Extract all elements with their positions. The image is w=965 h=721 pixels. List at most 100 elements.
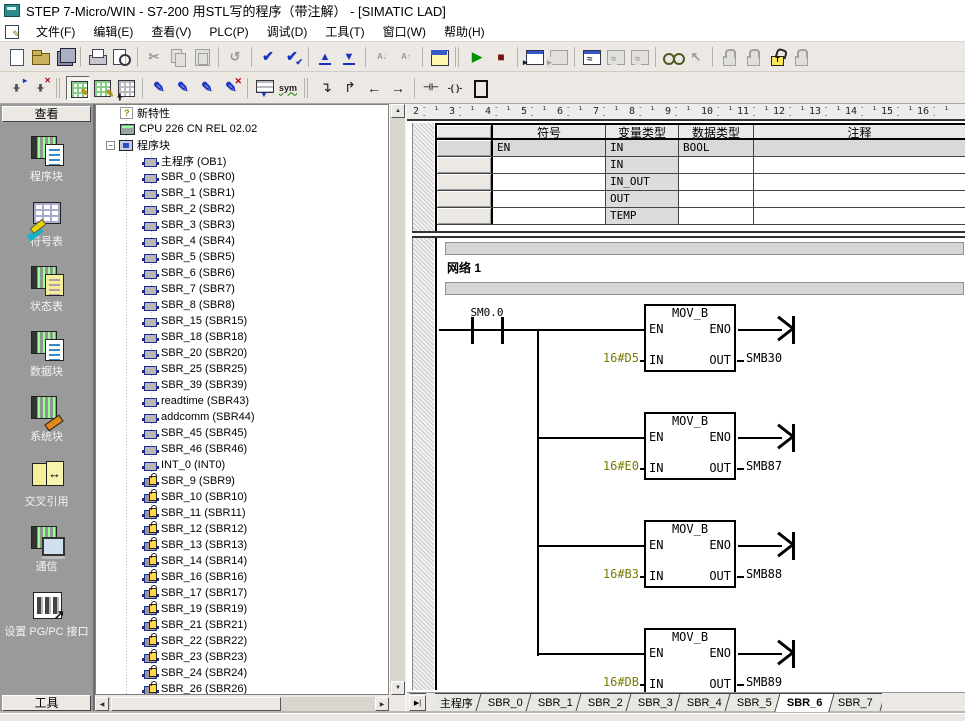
symbol-cell[interactable] (493, 157, 606, 173)
cut-button[interactable]: ✂ (142, 45, 166, 69)
row-header-cell[interactable] (437, 174, 493, 190)
var-type-cell[interactable]: TEMP (606, 208, 679, 224)
tree-item[interactable]: SBR_21 (SBR21) (96, 617, 388, 633)
tree-horizontal-scrollbar[interactable]: ◀ ▶ (95, 697, 389, 711)
sidebar-item-symbol-table[interactable]: 符号表 (0, 201, 93, 249)
tree-item[interactable]: SBR_46 (SBR46) (96, 441, 388, 457)
undo-button[interactable]: ↺ (223, 45, 247, 69)
sidebar-item-status-chart[interactable]: 状态表 (0, 266, 93, 314)
stl-editor-button[interactable] (90, 76, 114, 100)
tree-item[interactable]: SBR_24 (SBR24) (96, 665, 388, 681)
out-operand-value[interactable]: SMB87 (746, 459, 782, 473)
data-type-cell[interactable]: BOOL (679, 140, 754, 156)
mov-b-instruction-box[interactable]: MOV_B EN ENO IN OUT (644, 304, 736, 372)
tree-item[interactable]: SBR_23 (SBR23) (96, 649, 388, 665)
open-file-button[interactable] (28, 45, 52, 69)
row-header-cell[interactable] (437, 191, 493, 207)
tree-item[interactable]: SBR_20 (SBR20) (96, 345, 388, 361)
bookmark-clear-button[interactable]: -||- (28, 76, 52, 100)
insert-up-button[interactable]: ✎ (147, 76, 171, 100)
symbol-cell[interactable] (493, 191, 606, 207)
mov-b-instruction-box[interactable]: MOV_B EN ENO IN OUT (644, 412, 736, 480)
sidebar-item-system-block[interactable]: 系统块 (0, 396, 93, 444)
tree-item[interactable]: 主程序 (OB1) (96, 153, 388, 169)
trend-view-button[interactable] (627, 45, 651, 69)
compile-button[interactable]: ✔ (256, 45, 280, 69)
bookmark-next-button[interactable]: -||- (4, 76, 28, 100)
line-right-button[interactable]: → (386, 76, 410, 100)
comment-cell[interactable] (754, 208, 965, 224)
in-operand-value[interactable]: 16#E0 (575, 459, 639, 473)
symbol-cell[interactable] (493, 174, 606, 190)
tree-item[interactable]: SBR_39 (SBR39) (96, 377, 388, 393)
row-header-cell[interactable] (437, 157, 493, 173)
mov-b-instruction-box[interactable]: MOV_B EN ENO IN OUT (644, 520, 736, 588)
var-type-cell[interactable]: OUT (606, 191, 679, 207)
tree-item[interactable]: SBR_17 (SBR17) (96, 585, 388, 601)
tree-item[interactable]: SBR_14 (SBR14) (96, 553, 388, 569)
tree-item[interactable]: − 程序块 (96, 137, 388, 153)
comment-cell[interactable] (754, 157, 965, 173)
comment-cell[interactable] (754, 140, 965, 156)
sidebar-item-program-block[interactable]: 程序块 (0, 136, 93, 184)
sort-ascending-button[interactable]: A↓ (370, 45, 394, 69)
print-preview-button[interactable] (109, 45, 133, 69)
tree-item[interactable]: SBR_18 (SBR18) (96, 329, 388, 345)
tree-item[interactable]: SBR_8 (SBR8) (96, 297, 388, 313)
menu-item-plc[interactable]: PLC(P) (200, 23, 257, 41)
tree-item[interactable]: SBR_5 (SBR5) (96, 249, 388, 265)
in-operand-value[interactable]: 16#B3 (575, 567, 639, 581)
unlock-t-button[interactable] (765, 45, 789, 69)
out-operand-value[interactable]: SMB30 (746, 351, 782, 365)
scroll-right-icon[interactable]: ▶ (375, 697, 389, 711)
insert-down-button[interactable]: ✎ (171, 76, 195, 100)
tree-item[interactable]: SBR_12 (SBR12) (96, 521, 388, 537)
document-icon[interactable] (5, 25, 19, 39)
data-type-cell[interactable] (679, 191, 754, 207)
compile-all-button[interactable]: ✔ (280, 45, 304, 69)
menu-item-view[interactable]: 查看(V) (142, 23, 200, 41)
new-file-button[interactable] (4, 45, 28, 69)
print-button[interactable] (85, 45, 109, 69)
ladder-editor-button[interactable] (66, 76, 90, 100)
tree-item[interactable]: readtime (SBR43) (96, 393, 388, 409)
tree-item[interactable]: SBR_19 (SBR19) (96, 601, 388, 617)
tree-item[interactable]: SBR_2 (SBR2) (96, 201, 388, 217)
menu-item-help[interactable]: 帮助(H) (435, 23, 494, 41)
comment-cell[interactable] (754, 191, 965, 207)
upload-button[interactable]: ▲ (313, 45, 337, 69)
sidebar-item-data-block[interactable]: 数据块 (0, 331, 93, 379)
data-type-cell[interactable] (679, 157, 754, 173)
menu-item-edit[interactable]: 编辑(E) (84, 23, 142, 41)
grid-view-button[interactable] (114, 76, 138, 100)
line-left-button[interactable]: ← (362, 76, 386, 100)
tree-item[interactable]: SBR_9 (SBR9) (96, 473, 388, 489)
tree-vertical-scrollbar[interactable]: ▲ ▼ (389, 104, 405, 695)
tree-item[interactable]: SBR_45 (SBR45) (96, 425, 388, 441)
out-operand-value[interactable]: SMB89 (746, 675, 782, 689)
view-bar-button[interactable]: 查看 (2, 106, 91, 122)
comment-cell[interactable] (754, 174, 965, 190)
pou-tab[interactable]: SBR_6 (774, 693, 835, 712)
delete-x-button[interactable]: ✎ (219, 76, 243, 100)
tab-scroll-last-button[interactable]: ▶| (409, 695, 426, 711)
tree-item[interactable]: SBR_1 (SBR1) (96, 185, 388, 201)
tree-item[interactable]: SBR_11 (SBR11) (96, 505, 388, 521)
lock-button[interactable] (741, 45, 765, 69)
tree-item[interactable]: SBR_4 (SBR4) (96, 233, 388, 249)
sidebar-item-set-pgpc-interface[interactable]: 设置 PG/PC 接口 (0, 591, 93, 639)
options-button[interactable] (427, 45, 451, 69)
insert-coil-button[interactable]: -( )- (443, 76, 467, 100)
symbol-cell[interactable] (493, 208, 606, 224)
var-type-cell[interactable]: IN (606, 140, 679, 156)
paste-button[interactable] (190, 45, 214, 69)
run-button[interactable]: ▶ (465, 45, 489, 69)
lock-button[interactable] (717, 45, 741, 69)
insert-contact-button[interactable]: ⊣⊢ (419, 76, 443, 100)
tree-item[interactable]: SBR_22 (SBR22) (96, 633, 388, 649)
tree-item[interactable]: SBR_25 (SBR25) (96, 361, 388, 377)
menu-item-debug[interactable]: 调试(D) (258, 23, 317, 41)
scroll-down-icon[interactable]: ▼ (391, 681, 405, 695)
tree-item[interactable]: SBR_16 (SBR16) (96, 569, 388, 585)
tree-item[interactable]: SBR_13 (SBR13) (96, 537, 388, 553)
